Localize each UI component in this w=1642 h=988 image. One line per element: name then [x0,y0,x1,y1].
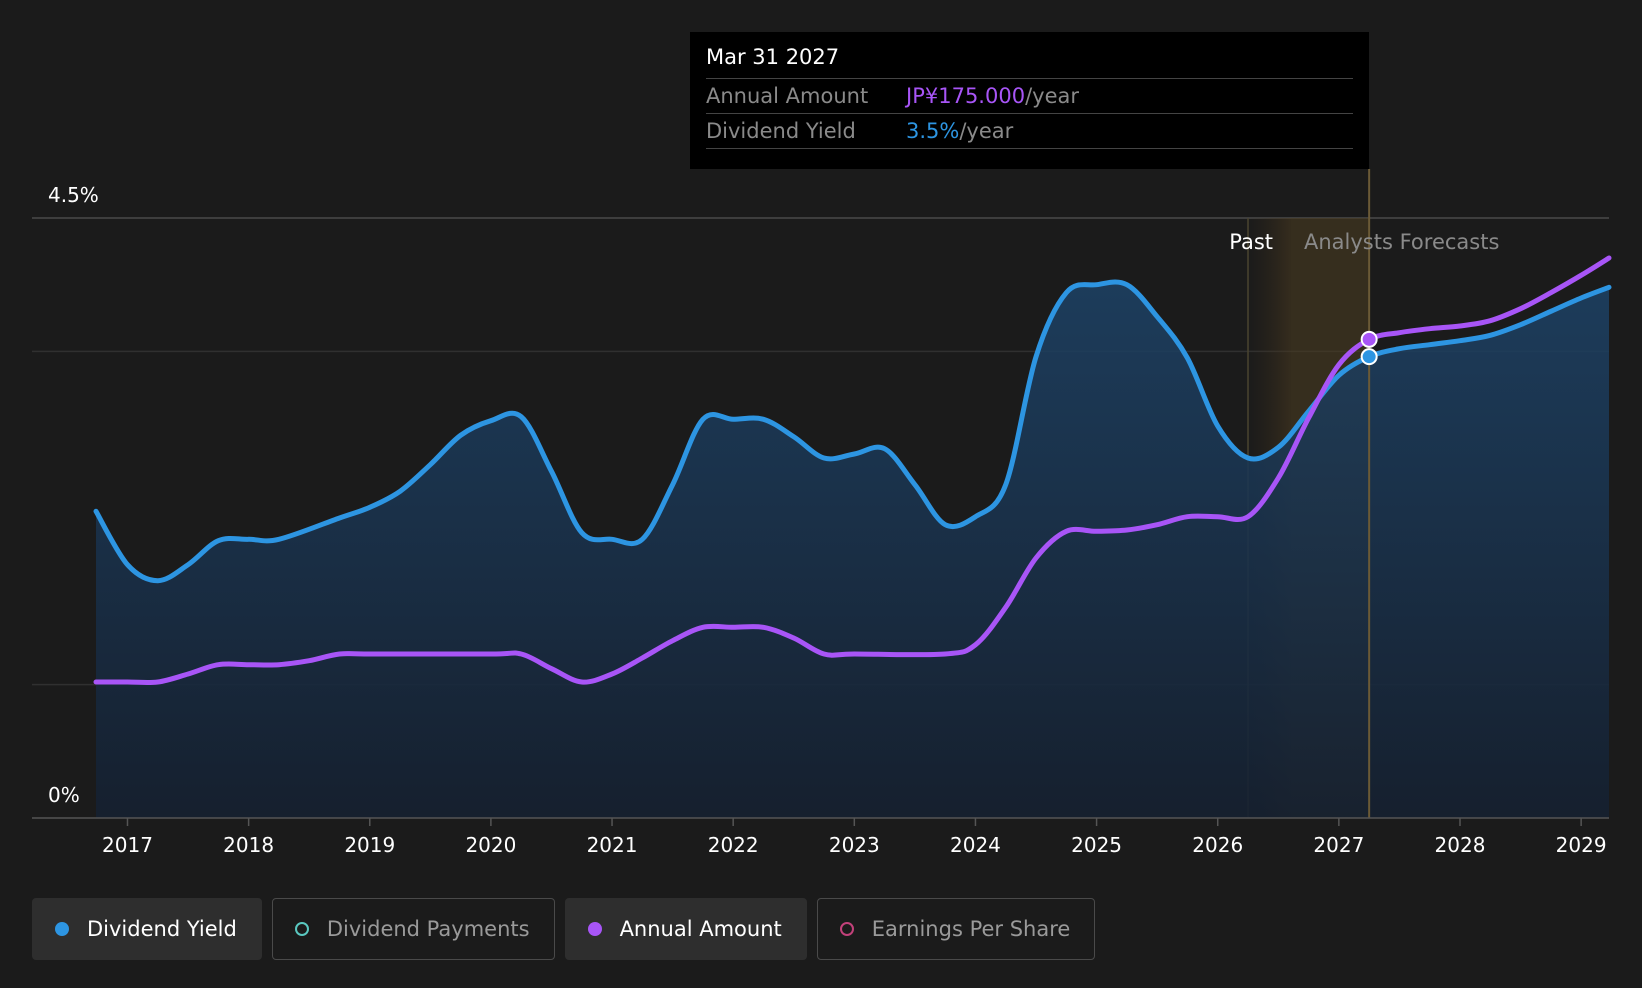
x-axis: 2017 2018 2019 2020 2021 2022 2023 2024 2025 2026… [32,817,1609,857]
tooltip-label: Annual Amount [706,84,869,108]
x-tick-label: 2024 [950,833,1001,857]
legend-annual-amount[interactable]: Annual Amount [564,898,807,960]
x-tick-label: 2019 [344,833,395,857]
tooltip-value: 3.5% [906,119,960,143]
x-tick-label: 2025 [1071,833,1122,857]
tooltip-label: Dividend Yield [706,119,856,143]
tooltip-date: Mar 31 2027 [706,45,840,69]
tooltip-row-annual-amount: Annual Amount JP¥175.000 /year [706,78,1353,113]
legend-label: Dividend Yield [87,917,237,941]
annual-amount-dot-icon [587,922,602,936]
dividend-yield-area [96,281,1609,818]
legend: Dividend Yield Dividend Payments Annual … [32,898,1096,960]
legend-dividend-payments[interactable]: Dividend Payments [271,898,555,960]
past-label: Past [1229,230,1273,254]
earnings-per-share-ring-icon [839,922,854,936]
tooltip-unit: /year [1025,84,1079,108]
x-tick-label: 2017 [102,833,153,857]
x-tick-label: 2029 [1556,833,1607,857]
dividend-yield-dot-icon [55,922,69,936]
x-tick-label: 2018 [223,833,274,857]
x-tick-label: 2026 [1192,833,1243,857]
legend-label: Annual Amount [619,917,782,941]
dividend-payments-ring-icon [294,922,309,936]
tooltip-value: JP¥175.000 [906,84,1026,108]
x-tick-label: 2022 [708,833,759,857]
forecast-label: Analysts Forecasts [1304,230,1499,254]
annual-amount-marker [1360,330,1378,348]
x-tick-label: 2028 [1435,833,1486,857]
dividend-yield-marker [1360,348,1378,366]
legend-dividend-yield[interactable]: Dividend Yield [32,898,262,960]
area-fills [96,281,1609,818]
x-tick-label: 2021 [587,833,638,857]
y-label-top: 4.5% [48,183,99,207]
x-tick-label: 2023 [829,833,880,857]
tooltip: Mar 31 2027 Annual Amount JP¥175.000 /ye… [690,32,1369,169]
x-tick-label: 2020 [465,833,516,857]
tooltip-unit: /year [959,119,1014,143]
tooltip-row-dividend-yield: Dividend Yield 3.5% /year [706,113,1353,149]
legend-label: Dividend Payments [326,917,530,941]
x-tick-label: 2027 [1313,833,1364,857]
legend-earnings-per-share[interactable]: Earnings Per Share [816,898,1096,960]
y-label-bottom: 0% [48,783,80,807]
legend-label: Earnings Per Share [871,917,1071,941]
